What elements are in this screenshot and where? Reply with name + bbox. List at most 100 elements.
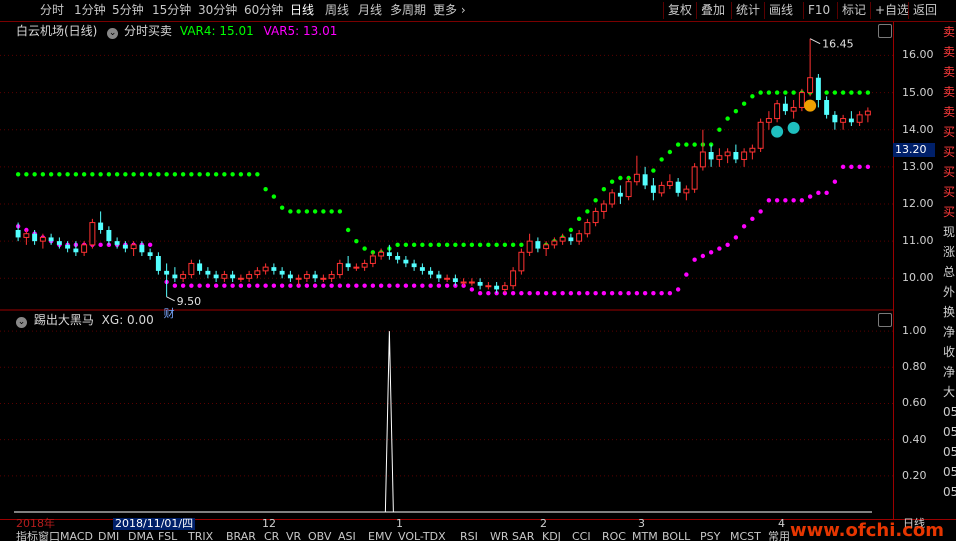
indicator-tab[interactable]: DMA bbox=[128, 531, 154, 541]
signal-label: 涨 bbox=[943, 245, 956, 259]
candle-body bbox=[419, 267, 425, 271]
candle-body bbox=[139, 244, 145, 253]
var5-dot bbox=[725, 242, 730, 248]
toolbar-item-10[interactable]: 更多 › bbox=[433, 2, 466, 19]
indicator-tab[interactable]: CR bbox=[264, 531, 279, 541]
candle-body bbox=[782, 103, 788, 112]
candle-body bbox=[452, 278, 458, 282]
toolbar-right-item-1[interactable]: 叠加 bbox=[701, 2, 725, 19]
toolbar-item-8[interactable]: 月线 bbox=[358, 2, 382, 19]
toolbar-item-1[interactable]: 1分钟 bbox=[74, 2, 106, 19]
signal-label: 卖 bbox=[943, 65, 956, 79]
var4-dot bbox=[403, 242, 409, 248]
var4-dot bbox=[164, 172, 169, 177]
var4-dot bbox=[24, 172, 29, 177]
candle-body bbox=[691, 166, 698, 190]
sub-tick-label: 0.60 bbox=[902, 396, 927, 410]
indicator-tab[interactable]: EMV bbox=[368, 531, 392, 541]
indicator-tab[interactable]: 常用 bbox=[768, 531, 790, 541]
candle-body bbox=[213, 274, 219, 279]
candle-body bbox=[32, 233, 38, 242]
indicator-tab[interactable]: MTM bbox=[632, 531, 658, 541]
candle-body bbox=[205, 270, 211, 275]
toolbar-item-7[interactable]: 周线 bbox=[325, 2, 349, 19]
indicator-tab[interactable]: MCST bbox=[730, 531, 761, 541]
var5-dot bbox=[791, 198, 796, 203]
var4-dot bbox=[345, 227, 351, 233]
indicator-tab[interactable]: BRAR bbox=[226, 531, 256, 541]
kline-chart[interactable]: 16.45 9.50财 bbox=[0, 22, 893, 519]
var4-dot bbox=[444, 242, 450, 248]
var5-dot bbox=[849, 164, 854, 170]
indicator-tab[interactable]: PSY bbox=[700, 531, 720, 541]
var4-dot bbox=[57, 172, 62, 177]
selected-date: 2018/11/01/四 bbox=[113, 517, 196, 530]
candle-body bbox=[757, 121, 764, 149]
var5-dot bbox=[329, 283, 334, 288]
var5-dot bbox=[246, 283, 252, 288]
var4-dot bbox=[147, 172, 153, 177]
var4-dot bbox=[114, 172, 120, 177]
var4-dot bbox=[585, 209, 590, 214]
indicator-tab[interactable]: KDJ bbox=[542, 531, 561, 541]
candle-body bbox=[271, 267, 277, 271]
indicator-tab[interactable]: 窗口 bbox=[38, 531, 60, 541]
indicator-tab[interactable]: TRIX bbox=[188, 531, 213, 541]
var4-dot bbox=[725, 116, 730, 121]
var4-dot bbox=[651, 168, 656, 173]
low-marker-line bbox=[166, 296, 175, 302]
toolbar-item-3[interactable]: 15分钟 bbox=[152, 2, 191, 19]
candle-body bbox=[81, 244, 88, 253]
var4-dot bbox=[824, 90, 829, 95]
candle-body bbox=[501, 285, 508, 290]
candle-body bbox=[48, 237, 54, 242]
var5-dot bbox=[642, 290, 648, 296]
signal-label: 卖 bbox=[943, 85, 956, 99]
indicator-tab[interactable]: VOL-TDX bbox=[398, 531, 446, 541]
indicator-tab[interactable]: DMI bbox=[98, 531, 119, 541]
indicator-tab[interactable]: FSL bbox=[158, 531, 177, 541]
indicator-tab[interactable]: RSI bbox=[460, 531, 478, 541]
toolbar-right-item-7[interactable]: 返回 bbox=[913, 2, 937, 19]
toolbar-right-item-2[interactable]: 统计 bbox=[736, 2, 760, 19]
toolbar-item-9[interactable]: 多周期 bbox=[390, 2, 426, 19]
var4-dot bbox=[684, 142, 689, 147]
var4-dot bbox=[568, 227, 574, 233]
var4-dot bbox=[238, 172, 244, 177]
toolbar-right-item-0[interactable]: 复权 bbox=[668, 2, 692, 19]
var4-dot bbox=[593, 198, 598, 203]
toolbar-right-item-3[interactable]: 画线 bbox=[769, 2, 793, 19]
toolbar-right-item-4[interactable]: F10 bbox=[808, 2, 830, 19]
month-label: 1 bbox=[396, 517, 403, 530]
var4-dot bbox=[692, 142, 697, 147]
indicator-tab[interactable]: VR bbox=[286, 531, 301, 541]
indicator-tab[interactable]: ROC bbox=[602, 531, 626, 541]
var5-dot bbox=[700, 253, 706, 259]
indicator-tab[interactable]: ASI bbox=[338, 531, 356, 541]
indicator-tab[interactable]: 指标 bbox=[16, 531, 38, 541]
var5-dot bbox=[370, 283, 376, 288]
candle-body bbox=[395, 256, 401, 260]
indicator-tab[interactable]: SAR bbox=[512, 531, 534, 541]
toolbar-right-item-6[interactable]: +自选 bbox=[875, 2, 909, 19]
var5-dot bbox=[486, 290, 491, 296]
toolbar-right-item-5[interactable]: 标记 bbox=[842, 2, 866, 19]
toolbar-item-4[interactable]: 30分钟 bbox=[198, 2, 237, 19]
indicator-tab[interactable]: OBV bbox=[308, 531, 331, 541]
var4-dot bbox=[197, 172, 202, 177]
indicator-tab[interactable]: BOLL bbox=[662, 531, 690, 541]
signal-marker-icon bbox=[804, 99, 817, 112]
var5-dot bbox=[585, 290, 590, 296]
toolbar-item-6[interactable]: 日线 bbox=[290, 2, 314, 19]
toolbar-item-0[interactable]: 分时 bbox=[40, 2, 64, 19]
var4-dot bbox=[255, 172, 260, 177]
candle-body bbox=[642, 174, 648, 186]
indicator-tab[interactable]: WR bbox=[490, 531, 509, 541]
indicator-tab[interactable]: MACD bbox=[60, 531, 93, 541]
toolbar-item-5[interactable]: 60分钟 bbox=[244, 2, 283, 19]
candle-body bbox=[345, 263, 351, 268]
toolbar-item-2[interactable]: 5分钟 bbox=[112, 2, 144, 19]
indicator-tab[interactable]: CCI bbox=[572, 531, 591, 541]
finance-badge: 财 bbox=[164, 306, 175, 320]
signal-label: 收 bbox=[943, 345, 956, 359]
